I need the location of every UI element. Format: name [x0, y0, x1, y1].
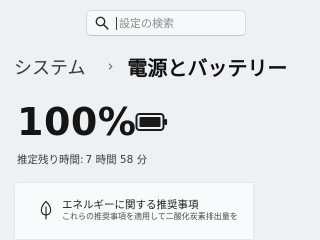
- leaf-icon: [40, 200, 52, 220]
- battery-icon: [135, 113, 168, 131]
- recommendations-description: これらの推奨事項を適用して二酸化炭素排出量を: [62, 212, 238, 221]
- recommendations-title: エネルギーに関する推奨事項: [62, 199, 199, 211]
- energy-recommendations-card[interactable]: エネルギーに関する推奨事項 これらの推奨事項を適用して二酸化炭素排出量を: [14, 182, 254, 240]
- estimated-time-remaining: 推定残り時間: 7 時間 58 分: [17, 152, 147, 167]
- page-title: 電源とバッテリー: [127, 56, 288, 80]
- breadcrumb-system-link[interactable]: システム: [14, 54, 85, 80]
- battery-fill: [139, 117, 161, 127]
- breadcrumb: システム › 電源とバッテリー: [14, 52, 287, 81]
- remaining-label: 推定残り時間:: [17, 154, 84, 166]
- search-input[interactable]: [119, 15, 239, 32]
- remaining-value: 7 時間 58 分: [85, 154, 148, 166]
- text-cursor: [116, 17, 117, 30]
- search-box[interactable]: [86, 10, 246, 36]
- search-icon: [95, 16, 109, 30]
- battery-percentage: 100%: [17, 100, 137, 144]
- breadcrumb-separator: ›: [107, 56, 114, 75]
